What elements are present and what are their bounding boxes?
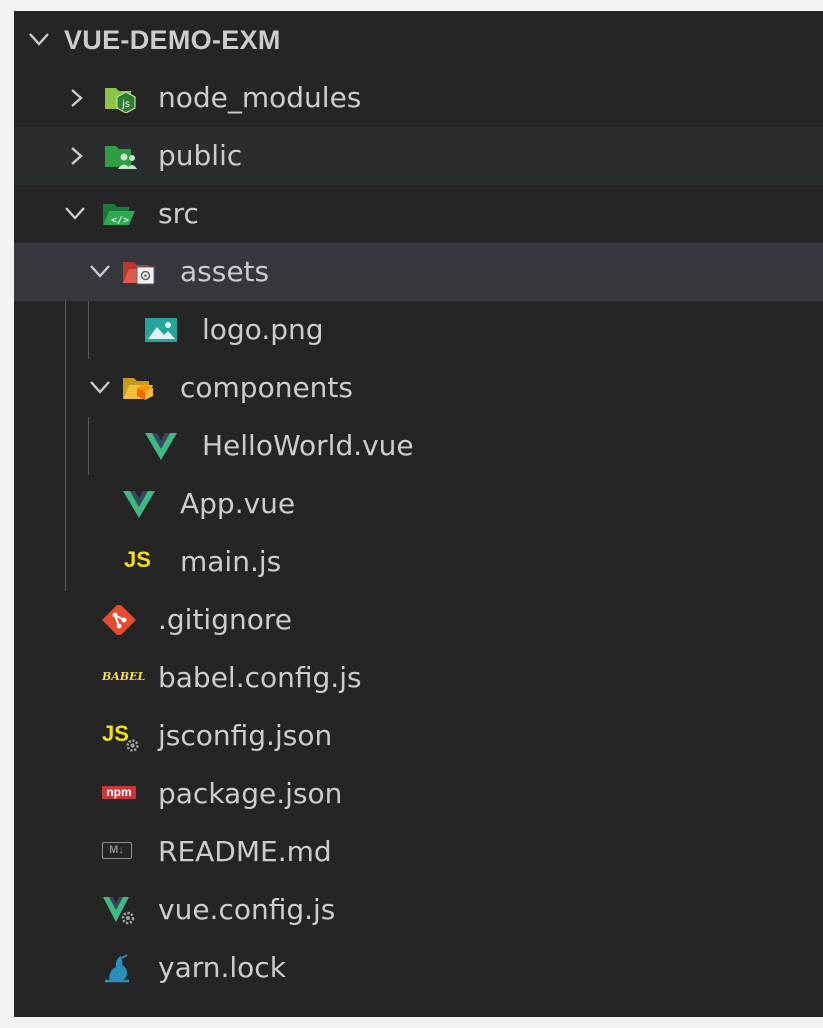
tree-item-app-vue[interactable]: App.vue	[14, 475, 823, 533]
git-icon	[102, 605, 136, 635]
tree-item-yarn-lock[interactable]: yarn.lock	[14, 939, 823, 997]
tree-item-label: App.vue	[180, 487, 296, 520]
tree-item-src[interactable]: </> src	[14, 185, 823, 243]
image-file-icon	[145, 318, 177, 342]
project-title: VUE-DEMO-EXM	[64, 25, 281, 55]
chevron-down-icon[interactable]	[28, 31, 50, 49]
assets-folder-icon	[123, 262, 155, 285]
svg-text:</>: </>	[111, 215, 129, 226]
tree-item-label: .gitignore	[158, 603, 292, 636]
public-folder-icon	[105, 146, 137, 169]
tree-item-babel-config[interactable]: BABEL babel.config.js	[14, 649, 823, 707]
chevron-right-icon[interactable]	[66, 89, 88, 107]
components-folder-icon	[123, 378, 153, 400]
tree-item-label: components	[180, 371, 353, 404]
chevron-down-icon[interactable]	[64, 205, 86, 223]
vue-config-icon	[103, 897, 135, 925]
npm-icon: npm	[102, 785, 136, 799]
tree-item-label: assets	[180, 255, 270, 288]
tree-item-components[interactable]: components	[14, 359, 823, 417]
jsconfig-icon: JS	[102, 721, 129, 746]
chevron-down-icon[interactable]	[89, 379, 111, 397]
tree-item-label: jsconfig.json	[158, 719, 333, 752]
vue-file-icon	[123, 491, 155, 518]
tree-item-label: main.js	[180, 545, 282, 578]
tree-item-readme[interactable]: M↓ README.md	[14, 823, 823, 881]
tree-item-node-modules[interactable]: js node_modules	[14, 69, 823, 127]
tree-item-label: yarn.lock	[158, 951, 286, 984]
nodejs-folder-icon: js	[105, 88, 136, 113]
tree-item-label: vue.config.js	[158, 893, 336, 926]
svg-text:js: js	[121, 99, 130, 110]
tree-item-assets[interactable]: assets	[14, 243, 823, 301]
tree-item-public[interactable]: public	[14, 127, 823, 185]
src-folder-icon: </>	[103, 204, 135, 226]
tree-item-label: babel.config.js	[158, 661, 362, 694]
tree-item-package-json[interactable]: npm package.json	[14, 765, 823, 823]
tree-item-label: package.json	[158, 777, 343, 810]
tree-item-main-js[interactable]: JS main.js	[14, 533, 823, 591]
vue-file-icon	[145, 433, 177, 460]
tree-item-label: src	[158, 197, 199, 230]
markdown-icon-text: M↓	[109, 844, 124, 856]
tree-item-vue-config[interactable]: vue.config.js	[14, 881, 823, 939]
tree-item-label: HelloWorld.vue	[202, 429, 414, 462]
chevron-down-icon[interactable]	[89, 263, 111, 281]
chevron-right-icon[interactable]	[66, 147, 88, 165]
tree-item-gitignore[interactable]: .gitignore	[14, 591, 823, 649]
babel-icon: BABEL	[102, 670, 146, 683]
yarn-icon	[105, 954, 129, 983]
markdown-icon: M↓	[102, 842, 132, 859]
tree-item-helloworld-vue[interactable]: HelloWorld.vue	[14, 417, 823, 475]
tree-item-label: logo.png	[202, 313, 324, 346]
tree-item-label: README.md	[158, 835, 332, 868]
file-explorer: VUE-DEMO-EXM js node_modules public </> …	[14, 11, 823, 1017]
npm-icon-text: npm	[106, 785, 132, 799]
tree-item-logo-png[interactable]: logo.png	[14, 301, 823, 359]
javascript-file-icon: JS	[124, 547, 151, 572]
gear-icon	[126, 739, 139, 752]
tree-item-label: node_modules	[158, 81, 362, 114]
tree-item-jsconfig[interactable]: JS jsconfig.json	[14, 707, 823, 765]
tree-item-label: public	[158, 139, 243, 172]
explorer-root-header[interactable]: VUE-DEMO-EXM	[14, 11, 823, 69]
